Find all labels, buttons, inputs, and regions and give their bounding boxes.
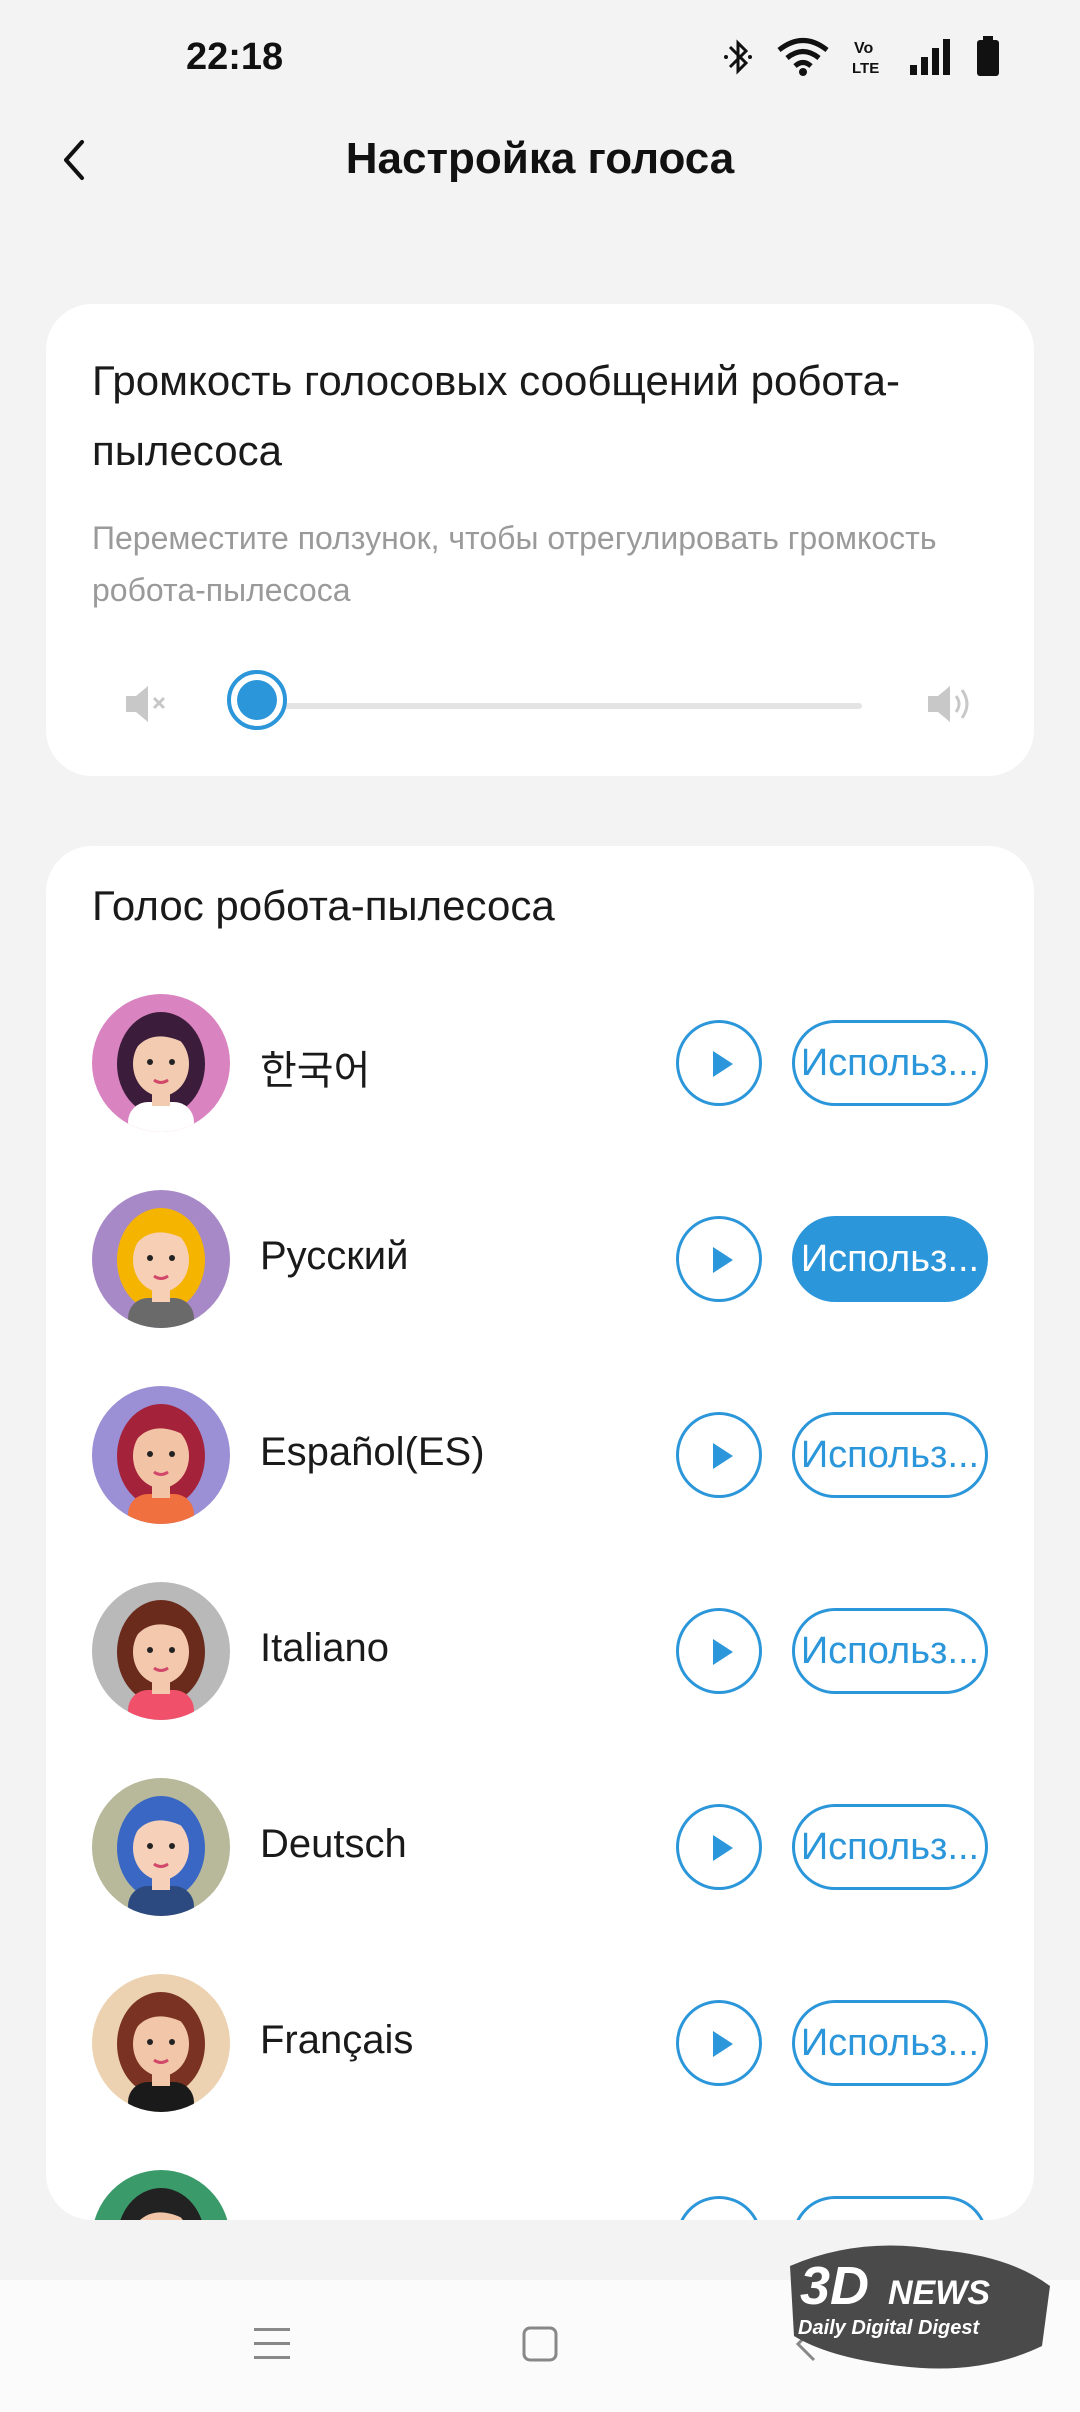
svg-text:Daily Digital Digest: Daily Digital Digest	[798, 2317, 980, 2339]
menu-icon[interactable]	[252, 2324, 292, 2364]
status-bar: 22:18 Vo LTE	[0, 0, 1080, 120]
voice-label: Español(ES)	[260, 1430, 485, 1474]
avatar	[92, 2170, 230, 2220]
voice-row: Español(ES) Использ...	[46, 1386, 1034, 1582]
use-voice-button[interactable]: Использ...	[792, 1412, 988, 1498]
volume-slider-row	[124, 660, 974, 750]
watermark-logo: 3D NEWS Daily Digital Digest	[780, 2226, 1060, 2386]
svg-text:LTE: LTE	[852, 60, 879, 77]
play-icon	[713, 1051, 733, 1077]
status-time: 22:18	[186, 36, 284, 78]
play-button[interactable]	[676, 1412, 762, 1498]
play-button[interactable]	[676, 1804, 762, 1890]
voice-row: Deutsch Использ...	[46, 1778, 1034, 1974]
volume-slider-thumb[interactable]	[227, 670, 287, 730]
use-voice-button[interactable]: Использ...	[792, 1216, 988, 1302]
avatar	[92, 1386, 230, 1524]
avatar	[92, 1582, 230, 1720]
voice-row	[46, 2170, 1034, 2220]
voice-list: 한국어 Использ... Русский Использ... Español(ES…	[46, 994, 1034, 2220]
voice-row: Français Использ...	[46, 1974, 1034, 2170]
avatar	[92, 1974, 230, 2112]
use-voice-button[interactable]: Использ...	[792, 2000, 988, 2086]
home-icon[interactable]	[520, 2324, 560, 2364]
play-button[interactable]	[676, 1216, 762, 1302]
svg-text:3D: 3D	[800, 2256, 869, 2316]
avatar	[92, 994, 230, 1132]
wifi-icon	[777, 38, 829, 76]
svg-text:NEWS: NEWS	[888, 2274, 990, 2312]
voice-label: Italiano	[260, 1626, 389, 1670]
play-button[interactable]	[676, 1608, 762, 1694]
play-icon	[713, 1639, 733, 1665]
status-icons: Vo LTE	[722, 36, 1000, 78]
play-icon	[713, 1247, 733, 1273]
header: Настройка голоса	[0, 120, 1080, 200]
voice-label: Deutsch	[260, 1822, 407, 1866]
volte-icon: Vo LTE	[852, 40, 879, 77]
play-icon	[713, 1835, 733, 1861]
voice-row: Italiano Использ...	[46, 1582, 1034, 1778]
battery-icon	[977, 36, 999, 76]
play-button[interactable]	[676, 2000, 762, 2086]
volume-high-icon	[928, 686, 969, 722]
voice-label: Русский	[260, 1234, 409, 1278]
voice-card: Голос робота-пылесоса 한국어 Использ... Русск…	[46, 846, 1034, 2220]
use-voice-button[interactable]: Использ...	[792, 1608, 988, 1694]
play-button[interactable]	[676, 2196, 762, 2220]
svg-text:Vo: Vo	[854, 40, 873, 57]
voice-label: Français	[260, 2018, 414, 2062]
volume-slider-track[interactable]	[262, 703, 862, 709]
page-title: Настройка голоса	[345, 134, 735, 183]
volume-description: Переместите ползунок, чтобы отрегулирова…	[92, 520, 937, 608]
play-icon	[713, 1443, 733, 1469]
use-voice-button[interactable]: Использ...	[792, 1020, 988, 1106]
avatar	[92, 1190, 230, 1328]
signal-icon	[910, 39, 950, 75]
voice-row: Русский Использ...	[46, 1190, 1034, 1386]
voice-section-title: Голос робота-пылесоса	[92, 882, 555, 929]
bluetooth-icon	[724, 39, 752, 75]
volume-mute-icon	[126, 686, 166, 722]
volume-title: Громкость голосовых сообщений робота-пыл…	[92, 357, 900, 474]
play-icon	[713, 2031, 733, 2057]
avatar	[92, 1778, 230, 1916]
voice-label: 한국어	[260, 1049, 371, 1093]
use-voice-button[interactable]: Использ...	[792, 1804, 988, 1890]
play-button[interactable]	[676, 1020, 762, 1106]
volume-card: Громкость голосовых сообщений робота-пыл…	[46, 304, 1034, 776]
use-voice-button[interactable]	[792, 2196, 988, 2220]
voice-row: 한국어 Использ...	[46, 994, 1034, 1190]
